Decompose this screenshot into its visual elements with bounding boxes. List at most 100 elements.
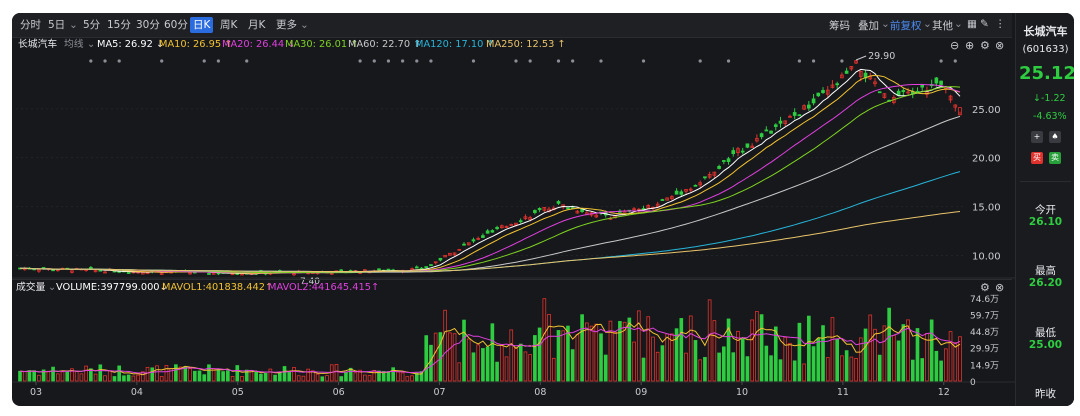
candle-body	[778, 120, 783, 124]
volume-bar	[159, 376, 164, 382]
add-watchlist-icon[interactable]: +	[1031, 131, 1043, 143]
open-value: 26.10	[1028, 216, 1063, 228]
volume-bar	[854, 357, 858, 382]
volume-bar	[759, 314, 764, 382]
volume-bar	[646, 316, 651, 382]
event-marker-dot	[471, 59, 476, 63]
volume-bar	[958, 336, 962, 382]
volume-bar	[18, 370, 22, 382]
volume-bar	[594, 323, 599, 382]
volume-bar	[155, 365, 159, 382]
volume-bar	[731, 352, 736, 382]
buy-button[interactable]: 买	[1031, 152, 1043, 164]
volume-bar	[948, 331, 953, 382]
event-marker-dot	[415, 59, 419, 63]
volume-bar	[939, 360, 943, 382]
sell-button[interactable]: 卖	[1049, 152, 1061, 164]
candle-body	[934, 77, 939, 84]
candle-body	[126, 272, 131, 274]
candle-body	[920, 84, 925, 88]
mavol2-value: MAVOL2:441645.415↑	[268, 282, 380, 293]
candle-body	[811, 98, 816, 104]
volume-bar	[632, 341, 636, 382]
settings-gear-icon[interactable]: ⚙	[980, 281, 990, 294]
volume-bar	[929, 319, 934, 382]
volume-indicator-label[interactable]: 成交量	[16, 280, 45, 296]
volume-bar	[344, 371, 348, 382]
volume-bar	[618, 321, 622, 382]
volume-bar	[79, 373, 84, 382]
volume-bar	[537, 327, 542, 382]
candle-body	[901, 90, 906, 93]
candle-body	[731, 150, 736, 155]
volume-bar	[46, 370, 51, 382]
volume-bar	[363, 374, 367, 382]
candle-body	[759, 133, 764, 138]
event-marker-dot	[571, 59, 575, 63]
volume-bar	[561, 330, 566, 382]
candle-body	[414, 266, 419, 269]
candle-body	[424, 266, 429, 268]
volume-bar	[953, 342, 958, 382]
volume-bar	[920, 358, 925, 382]
volume-bar	[188, 368, 192, 382]
price-tick-label: 20.00	[972, 154, 1001, 165]
stock-name: 长城汽车	[1023, 25, 1068, 38]
candle-body	[51, 269, 55, 272]
volume-bar	[131, 375, 136, 382]
volume-bar	[122, 375, 126, 382]
volume-bar	[230, 376, 235, 382]
volume-bar	[306, 368, 310, 382]
volume-bar	[107, 370, 112, 382]
candle-body	[438, 257, 443, 261]
price-tick-label: 25.00	[972, 105, 1001, 116]
event-marker-dot	[528, 59, 532, 63]
volume-bar	[240, 376, 244, 382]
volume-bar	[788, 342, 792, 382]
price-change: ↓-1.22	[1033, 93, 1066, 104]
close-icon[interactable]: ⊗	[995, 281, 1004, 294]
volume-bar	[103, 375, 107, 382]
volume-bar	[292, 366, 296, 382]
candle-body	[769, 130, 773, 134]
price-tick-label: 10.00	[972, 251, 1001, 262]
alert-bell-icon[interactable]: ♠	[1049, 131, 1061, 143]
volume-bar	[518, 343, 523, 382]
event-marker-dot	[953, 59, 957, 63]
volume-bar	[164, 365, 169, 382]
chevron-down-icon[interactable]: ⌄	[48, 280, 56, 296]
volume-bar	[221, 371, 225, 382]
volume-bar	[580, 314, 584, 382]
candle-body	[566, 207, 570, 210]
volume-bar	[93, 373, 98, 382]
volume-bar	[712, 320, 717, 382]
volume-bar	[386, 371, 391, 382]
volume-bar	[65, 370, 70, 382]
event-marker-dot	[358, 59, 362, 63]
volume-bar	[197, 370, 202, 382]
volume-bar	[849, 356, 854, 382]
volume-bar	[721, 346, 726, 382]
event-marker-dot	[386, 59, 391, 63]
candle-body	[797, 114, 802, 117]
volume-bar	[254, 371, 259, 382]
volume-bar	[684, 352, 688, 382]
candle-body	[98, 269, 103, 272]
volume-bar	[636, 310, 641, 382]
volume-bar	[651, 336, 655, 382]
event-marker-dot	[117, 59, 121, 63]
volume-bar	[769, 355, 773, 382]
candle-body	[462, 243, 466, 246]
candle-body	[717, 166, 721, 169]
volume-bar	[755, 311, 759, 382]
month-label: 08	[534, 387, 546, 398]
candle-body	[485, 230, 490, 234]
stock-code: (601633)	[1022, 44, 1069, 55]
month-label: 11	[837, 387, 849, 398]
candle-body	[939, 80, 943, 85]
candle-body	[339, 269, 344, 272]
kline-chart[interactable]: 25.00 20.00 15.00 10.00 74.6万 59.7万 44.8万 29.9万…	[12, 13, 1015, 406]
event-marker-dot	[797, 59, 801, 63]
volume-bar	[273, 374, 277, 382]
event-marker-dot	[216, 59, 220, 63]
